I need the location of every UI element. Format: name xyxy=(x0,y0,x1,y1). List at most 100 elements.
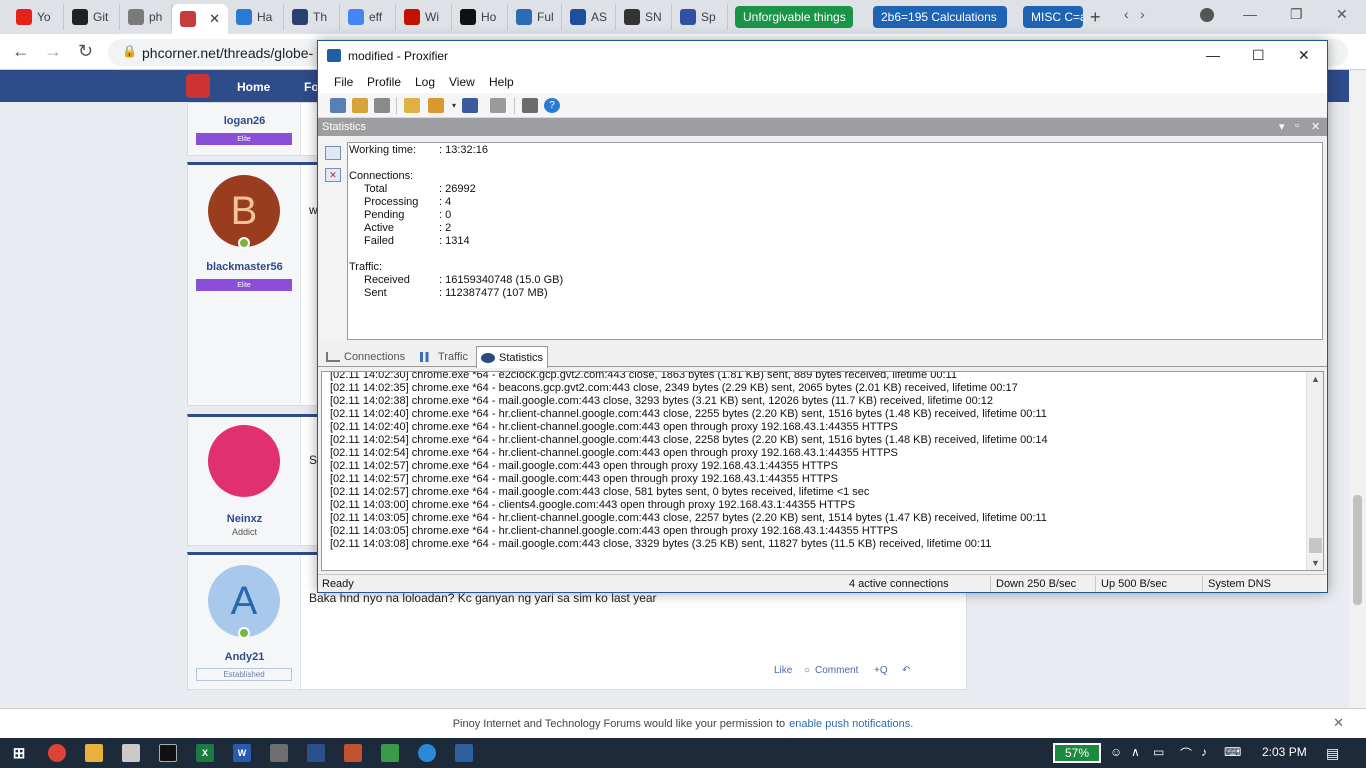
forward-icon[interactable]: → xyxy=(44,41,62,62)
browser-tab[interactable]: Yo xyxy=(8,4,64,30)
file-explorer-icon[interactable] xyxy=(85,744,103,762)
back-icon[interactable]: ← xyxy=(12,41,30,62)
scroll-down-icon[interactable]: ▼ xyxy=(1311,558,1320,568)
log-scrollbar[interactable]: ▲ ▼ xyxy=(1306,372,1323,570)
tab-traffic[interactable]: Traffic xyxy=(416,346,472,367)
page-scrollbar-thumb[interactable] xyxy=(1353,495,1362,605)
proxifier-taskbar-icon[interactable] xyxy=(455,744,473,762)
paint-icon[interactable] xyxy=(344,744,362,762)
new-profile-icon[interactable] xyxy=(404,98,420,113)
page-scrollbar[interactable] xyxy=(1349,70,1366,708)
browser-tab[interactable]: ✕ xyxy=(172,4,228,34)
clear-statistics-icon[interactable]: ✕ xyxy=(325,168,341,182)
copy-icon[interactable] xyxy=(325,146,341,160)
username[interactable]: Neinxz xyxy=(188,513,301,525)
browser-tab[interactable]: SN xyxy=(616,4,672,30)
close-icon[interactable]: ✕ xyxy=(1311,120,1320,133)
network-icon[interactable]: ▭ xyxy=(1153,745,1164,759)
bookmark-tab[interactable]: MISC C=a xyxy=(1023,6,1083,28)
menu-help[interactable]: Help xyxy=(489,75,514,89)
chevron-up-icon[interactable]: ∧ xyxy=(1131,745,1140,759)
checkmark-app-icon[interactable] xyxy=(418,744,436,762)
browser-tab[interactable]: Ful xyxy=(508,4,562,30)
username[interactable]: Andy21 xyxy=(188,651,301,663)
menu-view[interactable]: View xyxy=(449,75,475,89)
window-titlebar[interactable]: modified - Proxifier — ☐ ✕ xyxy=(318,41,1327,70)
maximize-icon[interactable]: ☐ xyxy=(1252,47,1265,64)
clock[interactable]: 2:03 PM xyxy=(1262,745,1307,759)
chevron-down-icon[interactable]: ▾ xyxy=(1279,120,1285,133)
like-button[interactable]: Like xyxy=(774,665,792,676)
volume-icon[interactable]: ♪ xyxy=(1201,745,1207,759)
username[interactable]: logan26 xyxy=(188,115,301,127)
excel-icon[interactable]: X xyxy=(196,744,214,762)
tab-title: Th xyxy=(313,10,328,24)
quote-button[interactable]: +Q xyxy=(874,665,888,676)
browser-tab[interactable]: Git xyxy=(64,4,120,30)
browser-tab[interactable]: Ho xyxy=(452,4,508,30)
name-resolution-icon[interactable] xyxy=(374,98,390,113)
open-profile-icon[interactable] xyxy=(428,98,444,113)
log-view[interactable]: [02.11 14:02:30] chrome.exe *64 - e2cloc… xyxy=(321,371,1324,571)
reload-icon[interactable]: ↻ xyxy=(78,41,93,62)
log-line: [02.11 14:02:35] chrome.exe *64 - beacon… xyxy=(330,382,1018,394)
vscode-icon[interactable] xyxy=(307,744,325,762)
command-prompt-icon[interactable] xyxy=(159,744,177,762)
avatar[interactable] xyxy=(208,425,280,497)
site-logo[interactable] xyxy=(186,74,210,98)
browser-tab[interactable]: Ha xyxy=(228,4,284,30)
browser-tab[interactable]: ph xyxy=(120,4,172,30)
tab-scroll-right-icon[interactable]: › xyxy=(1140,6,1145,22)
close-icon[interactable]: ✕ xyxy=(1298,47,1310,64)
status-divider xyxy=(1095,576,1096,592)
log-scrollbar-thumb[interactable] xyxy=(1309,538,1322,553)
menu-log[interactable]: Log xyxy=(415,75,435,89)
bookmark-tab[interactable]: 2b6=195 Calculations xyxy=(873,6,1007,28)
pin-icon[interactable]: ▫ xyxy=(1295,120,1299,132)
tab-scroll-left-icon[interactable]: ‹ xyxy=(1124,6,1129,22)
browser-tab[interactable]: eff xyxy=(340,4,396,30)
restore-icon[interactable]: ❐ xyxy=(1290,6,1303,23)
comment-button[interactable]: Comment xyxy=(815,665,858,676)
comment-icon[interactable]: ○ xyxy=(804,665,810,676)
calculator-icon[interactable] xyxy=(270,744,288,762)
wifi-icon[interactable]: ⌒ xyxy=(1180,745,1192,762)
browser-tab[interactable]: Sp xyxy=(672,4,728,30)
proxy-servers-icon[interactable] xyxy=(330,98,346,113)
save-profile-icon[interactable] xyxy=(462,98,478,113)
username[interactable]: blackmaster56 xyxy=(188,261,301,273)
person-icon[interactable]: ☺ xyxy=(1110,745,1122,759)
profile-icon[interactable] xyxy=(1200,8,1214,22)
word-icon[interactable]: W xyxy=(233,744,251,762)
nav-home[interactable]: Home xyxy=(237,80,270,94)
browser-tab[interactable]: AS xyxy=(562,4,616,30)
tab-statistics[interactable]: Statistics xyxy=(476,346,549,368)
keyboard-icon[interactable]: ⌨ xyxy=(1224,745,1241,759)
new-tab-button[interactable]: + xyxy=(1090,7,1101,28)
notepad-icon[interactable] xyxy=(122,744,140,762)
enable-notifications-link[interactable]: enable push notifications. xyxy=(789,718,913,730)
print-icon[interactable] xyxy=(522,98,538,113)
chrome-icon[interactable] xyxy=(48,744,66,762)
menu-file[interactable]: File xyxy=(334,75,353,89)
app-icon[interactable] xyxy=(381,744,399,762)
notification-center-icon[interactable]: ▤ xyxy=(1326,745,1339,762)
start-icon[interactable]: ⊞ xyxy=(10,744,28,762)
scroll-up-icon[interactable]: ▲ xyxy=(1311,374,1320,384)
reply-icon[interactable]: ↶ xyxy=(902,665,910,676)
battery-indicator[interactable]: 57% xyxy=(1053,743,1101,763)
proxification-rules-icon[interactable] xyxy=(352,98,368,113)
browser-tab[interactable]: Th xyxy=(284,4,340,30)
minimize-icon[interactable]: — xyxy=(1243,6,1257,22)
close-icon[interactable]: ✕ xyxy=(1333,715,1344,731)
browser-tab[interactable]: Wi xyxy=(396,4,452,30)
chevron-down-icon[interactable]: ▾ xyxy=(446,98,462,113)
bookmark-tab[interactable]: Unforgivable things xyxy=(735,6,853,28)
close-tab-icon[interactable]: ✕ xyxy=(209,11,220,27)
minimize-icon[interactable]: — xyxy=(1206,47,1220,63)
menu-profile[interactable]: Profile xyxy=(367,75,401,89)
export-icon[interactable] xyxy=(490,98,506,113)
tab-connections[interactable]: Connections xyxy=(322,346,409,367)
help-icon[interactable]: ? xyxy=(544,98,560,113)
close-icon[interactable]: ✕ xyxy=(1336,6,1348,23)
